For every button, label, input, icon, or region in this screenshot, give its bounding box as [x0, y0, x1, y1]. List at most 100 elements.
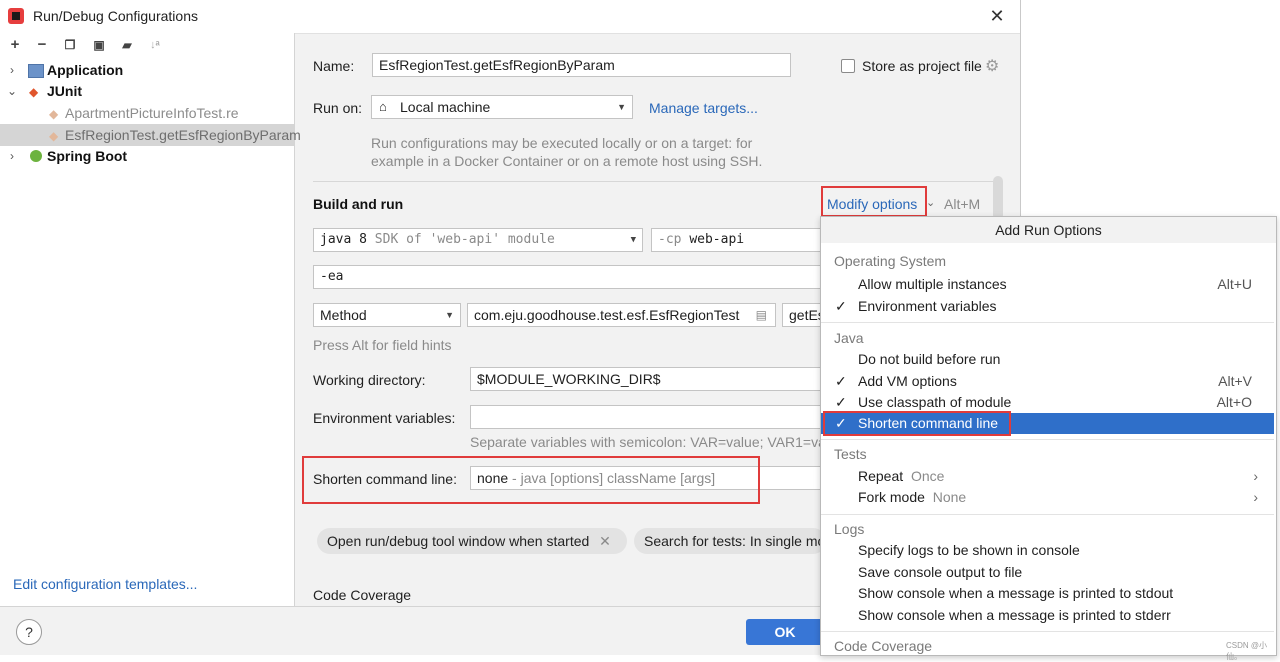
junit-icon	[29, 81, 40, 103]
build-and-run-title: Build and run	[313, 196, 404, 212]
spring-boot-icon	[30, 150, 42, 162]
dropdown-arrow-icon: ▼	[630, 235, 636, 245]
group-tests: Tests	[834, 446, 867, 462]
field-hint: Press Alt for field hints	[313, 337, 452, 353]
option-shortcut: Alt+U	[1217, 276, 1252, 292]
highlight-shorten-option	[823, 411, 1011, 436]
classpath-select[interactable]: -cp web-api	[651, 228, 826, 252]
ok-button[interactable]: OK	[746, 619, 824, 645]
tree-item-apartment-test[interactable]: ApartmentPictureInfoTest.re	[0, 102, 294, 125]
chevron-right-icon[interactable]: ›	[6, 145, 18, 167]
scrollbar-thumb[interactable]	[993, 176, 1003, 220]
highlight-modify-options	[821, 186, 927, 217]
tree-item-esf-region-test[interactable]: EsfRegionTest.getEsfRegionByParam	[0, 124, 301, 147]
chevron-down-icon[interactable]: ⌄	[926, 196, 935, 209]
run-on-hint-line-1: Run configurations may be executed local…	[371, 135, 753, 151]
option-add-vm-options[interactable]: ✓ Add VM options Alt+V	[821, 371, 1274, 392]
test-kind-select[interactable]: Method ▼	[313, 303, 461, 327]
remove-chip-icon[interactable]: ✕	[599, 533, 611, 549]
store-project-label: Store as project file	[862, 58, 982, 74]
working-dir-input[interactable]: $MODULE_WORKING_DIR$	[470, 367, 826, 391]
tree-item-application[interactable]: › Application	[0, 59, 294, 81]
sort-icon[interactable]: ↓ᵃ	[146, 35, 164, 55]
code-coverage-title: Code Coverage	[313, 587, 412, 603]
option-label: Add VM options	[858, 373, 957, 389]
tree-item-label: JUnit	[47, 83, 82, 99]
group-separator	[821, 439, 1274, 440]
option-environment-variables[interactable]: ✓ Environment variables	[821, 296, 1274, 317]
option-save-console-output[interactable]: Save console output to file	[821, 562, 1274, 583]
jdk-select[interactable]: java 8 SDK of 'web-api' module ▼	[313, 228, 643, 252]
tree-item-label: Application	[47, 62, 124, 78]
watermark: CSDN @小仙。	[1226, 641, 1268, 661]
run-on-label: Run on:	[313, 100, 363, 116]
intellij-logo-icon	[8, 8, 24, 24]
gear-icon[interactable]: ⚙	[985, 56, 999, 76]
option-show-console-stderr[interactable]: Show console when a message is printed t…	[821, 605, 1274, 626]
save-icon[interactable]: ▣	[90, 35, 108, 55]
manage-targets-link[interactable]: Manage targets...	[649, 100, 758, 116]
close-icon[interactable]: ✕	[985, 4, 1009, 28]
add-icon[interactable]: +	[6, 35, 24, 55]
option-label: Environment variables	[858, 298, 997, 314]
option-label: Fork mode	[858, 489, 925, 505]
env-vars-label: Environment variables:	[313, 410, 456, 426]
name-label: Name:	[313, 58, 355, 74]
help-button[interactable]: ?	[16, 619, 42, 645]
modify-options-shortcut: Alt+M	[944, 196, 981, 212]
group-logs: Logs	[834, 521, 865, 537]
group-separator	[821, 514, 1274, 515]
option-use-classpath[interactable]: ✓ Use classpath of module Alt+O	[821, 392, 1274, 413]
new-folder-icon[interactable]: ▰	[118, 35, 136, 55]
option-label: Show console when a message is printed t…	[858, 607, 1171, 623]
chevron-down-icon[interactable]: ⌄	[6, 80, 18, 102]
chevron-right-icon: ›	[1253, 468, 1258, 484]
option-shortcut: Alt+V	[1218, 373, 1252, 389]
env-vars-input[interactable]	[470, 405, 826, 429]
chevron-right-icon[interactable]: ›	[6, 59, 18, 81]
working-dir-label: Working directory:	[313, 372, 426, 388]
vm-options-input[interactable]: -ea	[313, 265, 826, 289]
tree-item-spring-boot[interactable]: › Spring Boot	[0, 145, 294, 167]
option-specify-logs[interactable]: Specify logs to be shown in console	[821, 540, 1274, 561]
tree-item-label: Spring Boot	[47, 148, 128, 164]
chip-search-tests[interactable]: Search for tests: In single mo	[634, 528, 826, 554]
option-do-not-build[interactable]: Do not build before run	[821, 349, 1274, 370]
tree-toolbar: + − ❐ ▣ ▰ ↓ᵃ	[0, 33, 294, 57]
name-input[interactable]: EsfRegionTest.getEsfRegionByParam	[372, 53, 791, 77]
popup-title: Add Run Options	[821, 217, 1276, 243]
checkmark-icon: ✓	[835, 373, 847, 389]
store-project-checkbox[interactable]	[841, 59, 855, 73]
group-separator	[821, 322, 1274, 323]
option-repeat[interactable]: Repeat Once ›	[821, 466, 1274, 487]
class-value: com.eju.goodhouse.test.esf.EsfRegionTest	[474, 307, 740, 323]
option-label: Show console when a message is printed t…	[858, 585, 1174, 601]
junit-config-icon	[49, 103, 60, 125]
remove-icon[interactable]: −	[33, 35, 51, 55]
dropdown-arrow-icon: ▼	[445, 310, 454, 320]
tree-item-junit[interactable]: ⌄ JUnit	[0, 80, 294, 103]
chevron-right-icon: ›	[1253, 489, 1258, 505]
option-allow-multiple-instances[interactable]: Allow multiple instances Alt+U	[821, 274, 1274, 295]
class-input[interactable]: com.eju.goodhouse.test.esf.EsfRegionTest…	[467, 303, 776, 327]
configuration-tree-pane: + − ❐ ▣ ▰ ↓ᵃ › Application ⌄ JUnit Apart…	[0, 33, 301, 606]
run-on-hint-line-2: example in a Docker Container or on a re…	[371, 153, 763, 169]
option-fork-mode[interactable]: Fork mode None ›	[821, 487, 1274, 508]
group-code-coverage: Code Coverage	[834, 638, 933, 654]
copy-icon[interactable]: ❐	[61, 35, 79, 55]
cp-prefix: -cp	[658, 232, 682, 247]
option-show-console-stdout[interactable]: Show console when a message is printed t…	[821, 583, 1274, 604]
option-shortcut: Alt+O	[1216, 394, 1252, 410]
cp-value: web-api	[689, 232, 745, 247]
junit-config-icon	[49, 125, 60, 147]
window-title: Run/Debug Configurations	[33, 8, 198, 24]
option-label: Use classpath of module	[858, 394, 1012, 410]
chip-open-tool-window[interactable]: Open run/debug tool window when started …	[317, 528, 627, 554]
checkmark-icon: ✓	[835, 394, 847, 410]
run-on-select[interactable]: ⌂ Local machine ▼	[371, 95, 633, 119]
edit-templates-link[interactable]: Edit configuration templates...	[13, 576, 197, 592]
option-subvalue: None	[932, 489, 967, 505]
test-kind-value: Method	[320, 307, 367, 323]
browse-icon[interactable]: ▤	[756, 304, 767, 326]
group-operating-system: Operating System	[834, 253, 947, 269]
